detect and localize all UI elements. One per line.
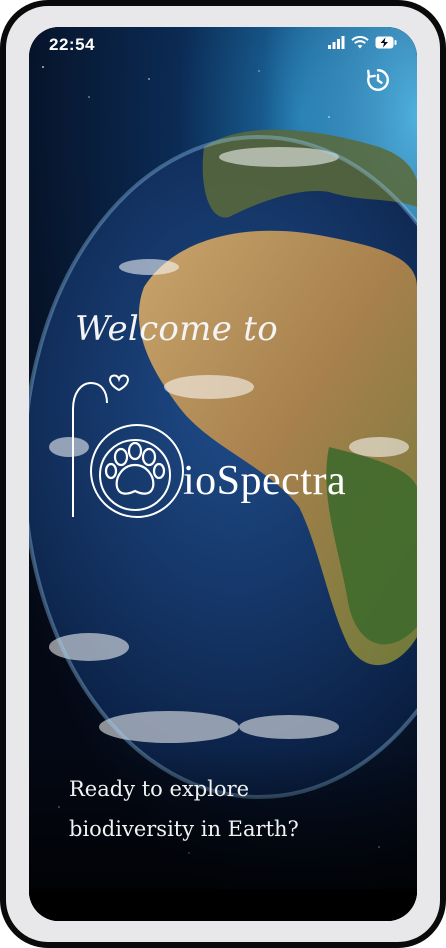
status-icons	[328, 36, 397, 49]
app-brand-name: ioSpectra	[183, 458, 347, 504]
wifi-icon	[351, 36, 369, 49]
tagline: Ready to explore biodiversity in Earth?	[69, 769, 399, 849]
status-time: 22:54	[49, 35, 95, 54]
paw-b-logo-icon	[72, 374, 184, 518]
battery-charging-icon	[375, 36, 397, 49]
history-icon[interactable]	[365, 67, 391, 93]
app-screen: 22:54 Welcome to ioSpectra Ready to expl…	[29, 27, 417, 921]
signal-icon	[328, 36, 345, 49]
welcome-heading: Welcome to	[75, 309, 278, 349]
tagline-line-2: biodiversity in Earth?	[69, 817, 299, 841]
bottom-bar	[29, 889, 417, 921]
status-bar: 22:54	[29, 27, 417, 67]
tagline-line-1: Ready to explore	[69, 777, 250, 801]
